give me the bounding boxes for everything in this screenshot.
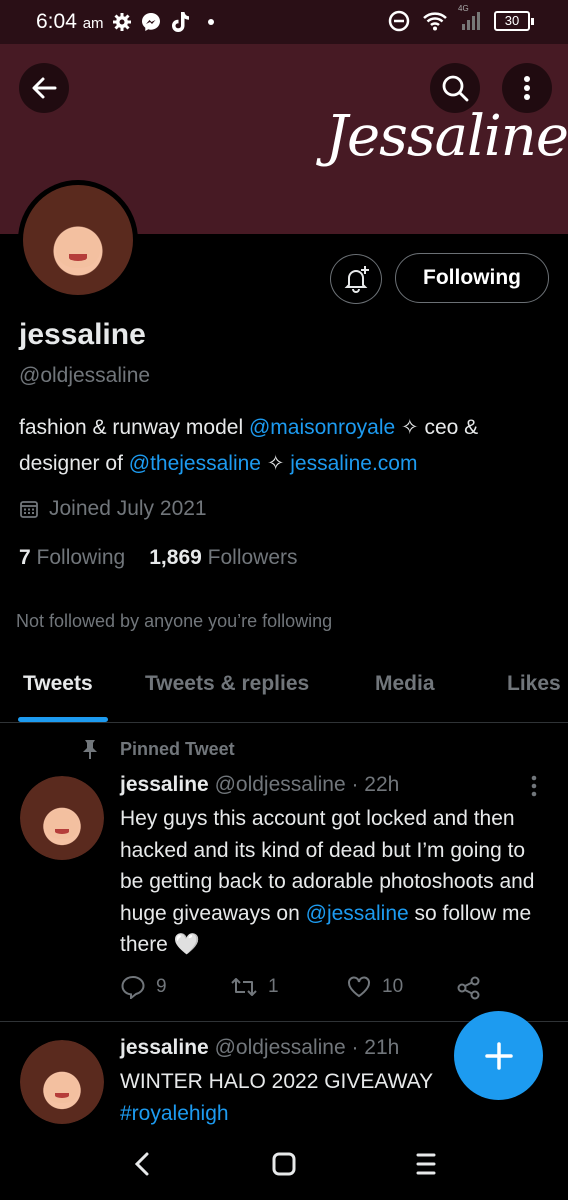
battery-icon: 30: [494, 11, 534, 31]
tweet-header[interactable]: jessaline @oldjessaline · 22h: [120, 773, 399, 797]
avatar-image: [23, 185, 133, 295]
back-button[interactable]: [19, 63, 69, 113]
profile-bio: fashion & runway model @maisonroyale ✧ c…: [19, 416, 479, 475]
gear-icon: [113, 13, 131, 31]
plus-icon: [484, 1041, 513, 1070]
do-not-disturb-icon: [388, 10, 410, 32]
tweet-avatar[interactable]: [20, 1040, 104, 1124]
avatar-image: [20, 1040, 104, 1124]
compose-tweet-button[interactable]: [454, 1011, 543, 1100]
status-bar: 6:04 am 4G 30: [0, 0, 568, 44]
more-vertical-icon: [531, 775, 537, 797]
more-vertical-icon: [524, 76, 530, 100]
search-button[interactable]: [430, 63, 480, 113]
retweet-button[interactable]: 1: [230, 975, 279, 999]
heart-icon: [348, 976, 370, 998]
tiktok-icon: [172, 12, 189, 32]
wifi-icon: [423, 12, 447, 31]
bio-mention-thejessaline[interactable]: @thejessaline: [129, 452, 261, 475]
arrow-left-icon: [32, 77, 57, 99]
not-followed-notice: Not followed by anyone you’re following: [16, 611, 333, 631]
tweet-text[interactable]: Hey guys this account got locked and the…: [120, 803, 550, 961]
status-time: 6:04 am: [36, 10, 104, 33]
banner-script-text: Jessaline: [325, 104, 568, 169]
pin-icon: [83, 740, 97, 759]
reply-button[interactable]: 9: [120, 975, 167, 999]
signal-icon: 4G: [458, 4, 482, 32]
bio-website-link[interactable]: jessaline.com: [290, 452, 417, 475]
more-options-button[interactable]: [502, 63, 552, 113]
joined-date: Joined July 2021: [19, 497, 207, 521]
tab-media[interactable]: Media: [375, 672, 435, 696]
tab-likes[interactable]: Likes: [507, 672, 561, 696]
profile-handle: @oldjessaline: [19, 364, 151, 387]
home-square-icon: [272, 1152, 296, 1176]
tab-tweets[interactable]: Tweets: [23, 672, 93, 696]
retweet-icon: [231, 978, 257, 996]
tweet-hashtag[interactable]: #royalehigh: [120, 1098, 550, 1130]
follow-counts: 7 Following 1,869 Followers: [19, 546, 298, 570]
following-count-link[interactable]: 7 Following: [19, 546, 125, 570]
notifications-bell-button[interactable]: [330, 254, 382, 304]
bell-plus-icon: [344, 266, 369, 293]
profile-avatar[interactable]: [18, 180, 138, 300]
followers-count-link[interactable]: 1,869 Followers: [149, 546, 297, 570]
tab-tweets-replies[interactable]: Tweets & replies: [145, 672, 309, 696]
menu-lines-icon: [416, 1153, 436, 1175]
tweet-avatar[interactable]: [20, 776, 104, 860]
following-button[interactable]: Following: [395, 253, 549, 303]
bio-mention-maisonroyale[interactable]: @maisonroyale: [249, 416, 395, 439]
nav-back-button[interactable]: [122, 1146, 162, 1182]
profile-tabs: Tweets Tweets & replies Media Likes: [0, 660, 568, 723]
nav-home-button[interactable]: [264, 1146, 304, 1182]
tweet-mention-jessaline[interactable]: @jessaline: [306, 902, 409, 925]
avatar-image: [20, 776, 104, 860]
notification-dot-icon: [208, 19, 214, 25]
share-icon: [457, 976, 480, 1000]
search-icon: [442, 75, 469, 102]
chevron-left-icon: [134, 1152, 149, 1176]
tweet-more-button[interactable]: [530, 775, 538, 802]
active-tab-indicator: [18, 717, 108, 722]
nav-recents-button[interactable]: [406, 1146, 446, 1182]
system-nav-bar: [0, 1128, 568, 1200]
pinned-label: Pinned Tweet: [80, 738, 235, 760]
like-button[interactable]: 10: [346, 975, 403, 999]
share-button[interactable]: [456, 975, 482, 1001]
tweet-header[interactable]: jessaline @oldjessaline · 21h: [120, 1036, 399, 1060]
calendar-icon: [20, 501, 38, 518]
profile-display-name: jessaline: [19, 318, 146, 351]
reply-icon: [121, 975, 145, 999]
messenger-icon: [142, 13, 160, 31]
